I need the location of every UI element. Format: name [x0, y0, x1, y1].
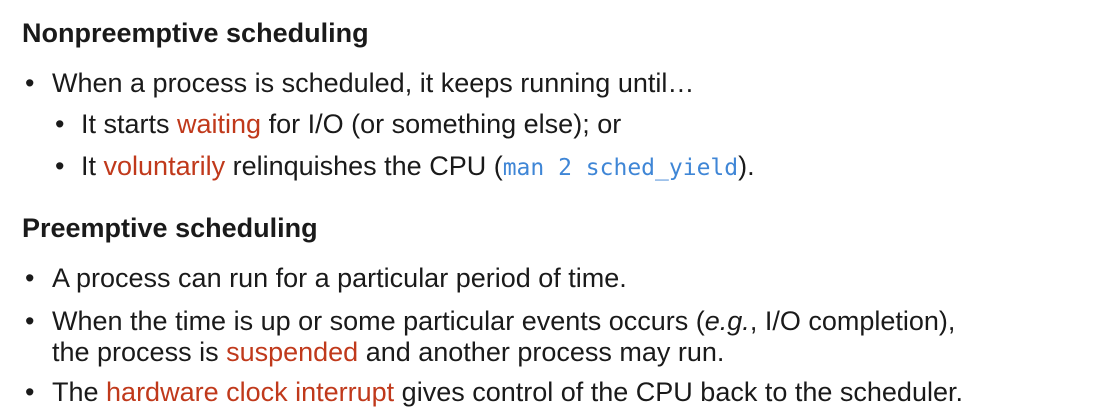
text-prefix: the process is: [52, 337, 227, 367]
bullet-marker: •: [25, 263, 35, 293]
bullet-hardware-clock: The hardware clock interrupt gives contr…: [52, 376, 963, 408]
text-middle: relinquishes the CPU (: [225, 151, 503, 181]
text-suffix: and another process may run.: [358, 337, 725, 367]
italic-eg: e.g.: [704, 306, 750, 336]
section-heading-preemptive: Preemptive scheduling: [22, 213, 318, 243]
sub-bullet-marker: •: [55, 109, 65, 139]
sub-bullet-waiting: It starts waiting for I/O (or something …: [81, 108, 621, 140]
sub-bullet-voluntarily: It voluntarily relinquishes the CPU (man…: [81, 150, 755, 184]
text-suffix: gives control of the CPU back to the sch…: [394, 377, 963, 407]
accent-hardware-clock-interrupt: hardware clock interrupt: [106, 377, 395, 407]
bullet-keeps-running: When a process is scheduled, it keeps ru…: [52, 67, 694, 99]
sub-bullet-marker: •: [55, 151, 65, 181]
bullet-time-up-line2: the process is suspended and another pro…: [52, 336, 724, 368]
text-suffix: , I/O completion),: [749, 306, 956, 336]
bullet-time-up-line1: When the time is up or some particular e…: [52, 305, 955, 337]
text-suffix: ).: [738, 151, 755, 181]
bullet-text: When a process is scheduled, it keeps ru…: [52, 68, 695, 98]
section-heading-nonpreemptive: Nonpreemptive scheduling: [22, 18, 369, 48]
bullet-marker: •: [25, 306, 35, 336]
bullet-period-of-time: A process can run for a particular perio…: [52, 262, 627, 294]
text-prefix: When the time is up or some particular e…: [52, 306, 705, 336]
bullet-marker: •: [25, 68, 35, 98]
text-prefix: It: [81, 151, 104, 181]
text-prefix: It starts: [81, 109, 178, 139]
accent-suspended: suspended: [226, 337, 359, 367]
accent-waiting: waiting: [177, 109, 262, 139]
bullet-text: A process can run for a particular perio…: [52, 263, 627, 293]
accent-voluntarily: voluntarily: [103, 151, 226, 181]
text-prefix: The: [52, 377, 107, 407]
text-suffix: for I/O (or something else); or: [261, 109, 622, 139]
bullet-marker: •: [25, 377, 35, 407]
code-sched-yield: man 2 sched_yield: [502, 155, 739, 181]
